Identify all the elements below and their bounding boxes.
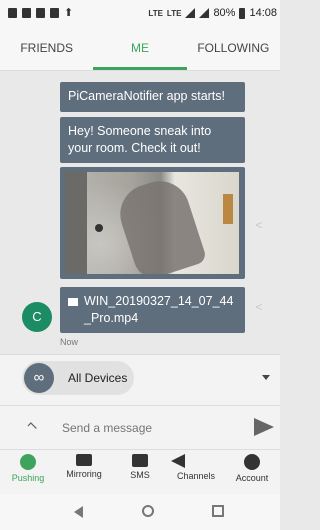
message-input[interactable] (60, 415, 244, 441)
upload-icon: ⬆ (64, 7, 74, 19)
signal-icon (185, 8, 196, 18)
image-knob (95, 224, 103, 232)
nav-pushing[interactable]: Pushing (0, 450, 56, 494)
send-icon[interactable] (254, 418, 274, 436)
home-icon[interactable] (142, 505, 154, 517)
recent-apps-icon[interactable] (212, 505, 224, 517)
nav-mirroring[interactable]: Mirroring (56, 450, 112, 494)
device-selector-bar: ∞ All Devices (0, 354, 280, 405)
notification-icon (8, 8, 17, 18)
account-icon (244, 454, 260, 470)
nav-sms[interactable]: SMS (112, 450, 168, 494)
tab-friends[interactable]: FRIENDS (0, 28, 93, 70)
video-file-icon (68, 298, 78, 306)
monitor-icon (76, 454, 92, 466)
file-name: WIN_20190327_14_07_44_Pro.mp4 (84, 294, 234, 325)
nav-channels[interactable]: Channels (168, 450, 224, 494)
image-shadow (65, 172, 87, 274)
battery-percent: 80% (213, 7, 236, 19)
lte-label: LTE (166, 8, 182, 18)
signal-icon (199, 8, 210, 18)
top-tabs: FRIENDS ME FOLLOWING (0, 28, 280, 71)
share-icon[interactable]: < (252, 300, 266, 314)
device-label: All Devices (68, 371, 128, 385)
chat-bubble-icon (20, 454, 36, 470)
status-bar: ⬆ LTE LTE 80% 14:08 (0, 0, 280, 28)
message-timestamp: Now (60, 337, 79, 347)
back-icon[interactable] (74, 506, 83, 518)
system-navigation-bar (0, 494, 280, 530)
attachment-icon[interactable]: ⌐ (22, 415, 43, 436)
image-frame (223, 194, 233, 224)
notification-icon (36, 8, 45, 18)
bottom-navigation: Pushing Mirroring SMS Channels Account (0, 449, 280, 494)
chat-area[interactable]: PiCameraNotifier app starts! Hey! Someon… (0, 71, 280, 353)
notification-icon (22, 8, 31, 18)
nav-label: Account (235, 473, 269, 483)
message-bubble[interactable]: Hey! Someone sneak into your room. Check… (60, 117, 245, 163)
chevron-down-icon[interactable] (262, 375, 270, 380)
share-icon[interactable]: < (252, 218, 266, 232)
file-message-bubble[interactable]: WIN_20190327_14_07_44_Pro.mp4 (60, 287, 245, 333)
camera-snapshot-image[interactable] (65, 172, 239, 274)
notification-icon (50, 8, 59, 18)
message-composer: ⌐ (0, 405, 280, 450)
sms-icon (132, 454, 148, 467)
device-selector[interactable]: ∞ All Devices (22, 361, 134, 395)
file-row: WIN_20190327_14_07_44_Pro.mp4 (68, 293, 237, 327)
notification-icons: ⬆ (8, 7, 74, 19)
battery-icon (239, 7, 246, 19)
status-indicators: LTE LTE 80% 14:08 (148, 7, 277, 19)
infinity-icon: ∞ (24, 363, 54, 393)
nav-label: Mirroring (66, 469, 102, 479)
nav-label: Pushing (11, 473, 45, 483)
nav-label: SMS (130, 470, 150, 480)
lte-label: LTE (148, 8, 163, 18)
message-bubble[interactable]: PiCameraNotifier app starts! (60, 82, 245, 112)
image-message-bubble[interactable] (60, 167, 245, 279)
nav-account[interactable]: Account (224, 450, 280, 494)
clock: 14:08 (249, 7, 277, 19)
nav-label: Channels (176, 471, 216, 481)
avatar: C (22, 302, 52, 332)
megaphone-icon (171, 454, 185, 468)
tab-me[interactable]: ME (93, 28, 187, 70)
tab-following[interactable]: FOLLOWING (187, 28, 280, 70)
